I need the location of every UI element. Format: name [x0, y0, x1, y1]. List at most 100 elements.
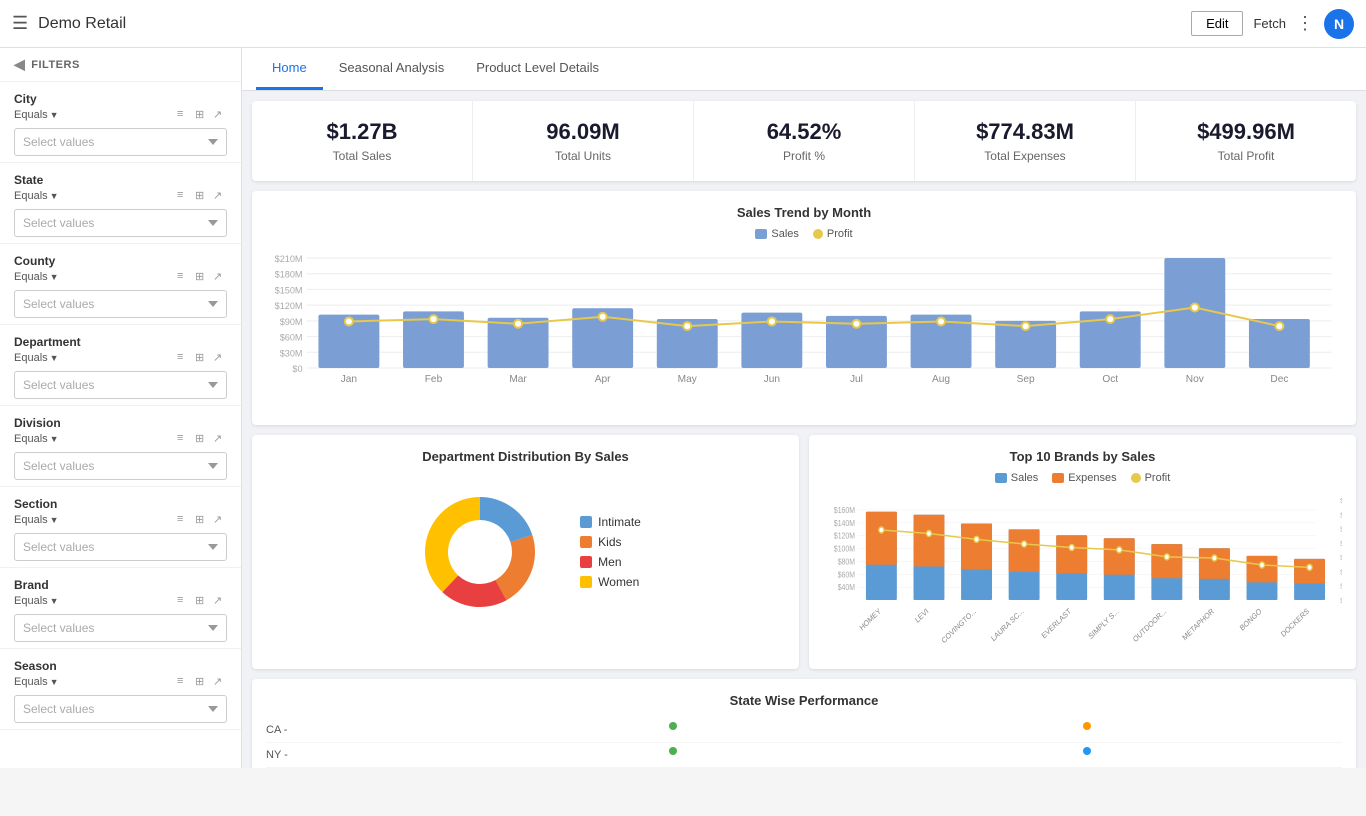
- svg-text:BONGO: BONGO: [1238, 606, 1263, 633]
- kpi-value: 64.52%: [708, 119, 900, 145]
- svg-text:$35M: $35M: [1340, 526, 1342, 533]
- fetch-button[interactable]: Fetch: [1253, 16, 1286, 31]
- filter-equals[interactable]: Equals ▼: [14, 595, 59, 607]
- svg-text:Jun: Jun: [764, 374, 780, 385]
- filter-icons: ≡ ⊞ ↗: [177, 351, 227, 365]
- filter-icon-1[interactable]: ≡: [177, 270, 191, 284]
- filter-icon-3[interactable]: ↗: [213, 108, 227, 122]
- legend-item-sales: Sales: [755, 228, 799, 240]
- filter-group-department: Department Equals ▼ ≡ ⊞ ↗ Select values: [0, 325, 241, 406]
- filter-select[interactable]: Select values: [14, 209, 227, 237]
- filter-sub-row: Equals ▼ ≡ ⊞ ↗: [14, 108, 227, 122]
- legend-item-profit: Profit: [813, 228, 853, 240]
- legend-color: [580, 536, 592, 548]
- filter-group-county: County Equals ▼ ≡ ⊞ ↗ Select values: [0, 244, 241, 325]
- legend-color: [813, 229, 823, 239]
- more-options-button[interactable]: ⋮: [1296, 13, 1314, 34]
- filter-icon-3[interactable]: ↗: [213, 513, 227, 527]
- menu-icon[interactable]: ☰: [12, 13, 28, 34]
- filter-icon-1[interactable]: ≡: [177, 675, 191, 689]
- kpi-value: $1.27B: [266, 119, 458, 145]
- svg-text:Mar: Mar: [509, 374, 527, 385]
- main-layout: ◀ FILTERS City Equals ▼ ≡ ⊞ ↗ Select val…: [0, 48, 1366, 768]
- svg-text:$60M: $60M: [838, 570, 855, 580]
- filter-icon-1[interactable]: ≡: [177, 594, 191, 608]
- tab-product-level-details[interactable]: Product Level Details: [460, 48, 615, 90]
- app-header: ☰ Demo Retail Edit Fetch ⋮ N: [0, 0, 1366, 48]
- filter-icon-3[interactable]: ↗: [213, 432, 227, 446]
- filter-label: City: [14, 92, 227, 106]
- brands-title: Top 10 Brands by Sales: [823, 449, 1342, 464]
- svg-text:LAURA SC...: LAURA SC...: [989, 606, 1025, 643]
- sales-trend-chart: Sales Trend by Month SalesProfit $0$30M$…: [252, 191, 1356, 425]
- filter-label: State: [14, 173, 227, 187]
- svg-text:$40M: $40M: [1340, 512, 1342, 519]
- filter-icon-2[interactable]: ⊞: [195, 513, 209, 527]
- filter-icon-1[interactable]: ≡: [177, 108, 191, 122]
- filter-select[interactable]: Select values: [14, 614, 227, 642]
- svg-text:$30M: $30M: [1340, 541, 1342, 548]
- state-dot: [669, 747, 677, 755]
- svg-text:$40M: $40M: [838, 583, 855, 593]
- filter-equals[interactable]: Equals ▼: [14, 352, 59, 364]
- header-right: Edit Fetch ⋮ N: [1191, 9, 1354, 39]
- filter-icon-2[interactable]: ⊞: [195, 108, 209, 122]
- filter-icon-1[interactable]: ≡: [177, 189, 191, 203]
- sales-trend-legend: Sales Profit: [266, 228, 1342, 240]
- filter-label: Season: [14, 659, 227, 673]
- header-left: ☰ Demo Retail: [12, 13, 126, 34]
- filter-icon-2[interactable]: ⊞: [195, 270, 209, 284]
- filter-sub-row: Equals ▼ ≡ ⊞ ↗: [14, 351, 227, 365]
- filter-icon-3[interactable]: ↗: [213, 594, 227, 608]
- filter-icon-2[interactable]: ⊞: [195, 189, 209, 203]
- svg-text:$30M: $30M: [280, 348, 303, 358]
- kpi-label: Total Profit: [1150, 149, 1342, 163]
- filter-select[interactable]: Select values: [14, 290, 227, 318]
- filter-icons: ≡ ⊞ ↗: [177, 432, 227, 446]
- filter-equals[interactable]: Equals ▼: [14, 433, 59, 445]
- filter-icon-3[interactable]: ↗: [213, 675, 227, 689]
- kpi-card-total-units: 96.09M Total Units: [473, 101, 694, 181]
- filter-select[interactable]: Select values: [14, 452, 227, 480]
- filter-icon-3[interactable]: ↗: [213, 270, 227, 284]
- filter-icon-2[interactable]: ⊞: [195, 432, 209, 446]
- sidebar-toggle-icon[interactable]: ◀: [14, 56, 25, 73]
- svg-text:$120M: $120M: [834, 531, 855, 541]
- filter-icon-1[interactable]: ≡: [177, 351, 191, 365]
- brands-svg: $40M$60M$80M$100M$120M$140M$160M$10M$15M…: [823, 492, 1342, 652]
- main-content: HomeSeasonal AnalysisProduct Level Detai…: [242, 48, 1366, 768]
- svg-text:DOCKERS: DOCKERS: [1279, 606, 1311, 639]
- kpi-card-profit-%: 64.52% Profit %: [694, 101, 915, 181]
- filters-label: FILTERS: [31, 59, 80, 71]
- legend-color: [1131, 473, 1141, 483]
- svg-text:May: May: [678, 374, 698, 385]
- legend-color: [580, 516, 592, 528]
- filter-icon-2[interactable]: ⊞: [195, 675, 209, 689]
- dept-title: Department Distribution By Sales: [266, 449, 785, 464]
- filter-icon-2[interactable]: ⊞: [195, 594, 209, 608]
- tab-seasonal-analysis[interactable]: Seasonal Analysis: [323, 48, 461, 90]
- donut-legend-item-women: Women: [580, 575, 641, 589]
- filter-equals[interactable]: Equals ▼: [14, 109, 59, 121]
- filter-select[interactable]: Select values: [14, 128, 227, 156]
- filter-icon-2[interactable]: ⊞: [195, 351, 209, 365]
- brands-legend-expenses: Expenses: [1052, 472, 1116, 484]
- filter-label: Brand: [14, 578, 227, 592]
- filter-icon-1[interactable]: ≡: [177, 432, 191, 446]
- filter-select[interactable]: Select values: [14, 695, 227, 723]
- filter-icon-1[interactable]: ≡: [177, 513, 191, 527]
- filter-group-brand: Brand Equals ▼ ≡ ⊞ ↗ Select values: [0, 568, 241, 649]
- filter-select[interactable]: Select values: [14, 533, 227, 561]
- filter-equals[interactable]: Equals ▼: [14, 190, 59, 202]
- filter-group-state: State Equals ▼ ≡ ⊞ ↗ Select values: [0, 163, 241, 244]
- filter-icon-3[interactable]: ↗: [213, 189, 227, 203]
- edit-button[interactable]: Edit: [1191, 11, 1243, 36]
- filter-equals[interactable]: Equals ▼: [14, 676, 59, 688]
- svg-text:$20M: $20M: [1340, 569, 1342, 576]
- filter-icon-3[interactable]: ↗: [213, 351, 227, 365]
- sidebar: ◀ FILTERS City Equals ▼ ≡ ⊞ ↗ Select val…: [0, 48, 242, 768]
- tab-home[interactable]: Home: [256, 48, 323, 90]
- filter-select[interactable]: Select values: [14, 371, 227, 399]
- filter-equals[interactable]: Equals ▼: [14, 271, 59, 283]
- filter-equals[interactable]: Equals ▼: [14, 514, 59, 526]
